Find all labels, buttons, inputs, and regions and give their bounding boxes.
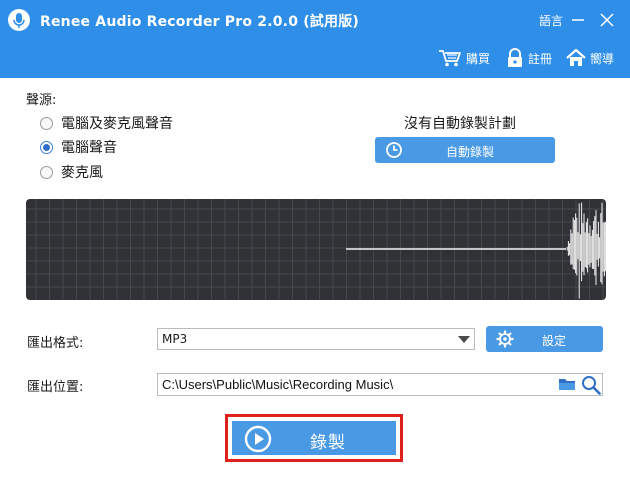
radio-button[interactable] [40,116,53,130]
record-label: 錄製 [310,433,346,453]
radio-button[interactable] [40,165,53,179]
schedule-status: 沒有自動錄製計劃 [404,116,516,132]
source-label: 聲源: [26,93,57,108]
guide-button[interactable]: 嚮導 [566,46,614,70]
waveform-display [26,199,606,300]
source-option-computer[interactable]: 電腦聲音 [40,137,117,157]
source-option-label: 電腦聲音 [61,140,117,156]
play-icon [244,425,272,453]
register-button[interactable]: 註冊 [506,46,552,70]
source-option-computer-and-mic[interactable]: 電腦及麥克風聲音 [40,113,173,133]
buy-label: 購買 [466,51,491,66]
radio-button-selected[interactable] [40,140,53,154]
auto-record-label: 自動錄製 [445,145,494,159]
output-path-field[interactable]: C:\Users\Public\Music\Recording Music\ [157,373,603,396]
settings-label: 設定 [542,334,567,348]
title-bar: Renee Audio Recorder Pro 2.0.0 (試用版) 語言 [0,0,630,40]
waveform-graph [26,199,606,300]
format-select[interactable]: MP3 [157,328,475,350]
chevron-down-icon[interactable] [458,336,470,343]
gear-icon [496,330,514,348]
lock-icon [508,48,522,67]
record-button[interactable]: 錄製 [232,421,396,455]
folder-icon[interactable] [558,376,576,392]
search-icon[interactable] [581,375,601,395]
minimize-button[interactable] [566,8,590,32]
source-option-label: 電腦及麥克風聲音 [61,116,173,132]
close-button[interactable] [595,8,619,32]
minimize-icon [572,19,584,21]
format-label: 匯出格式: [27,336,84,351]
source-option-mic[interactable]: 麥克風 [40,162,103,182]
home-icon [566,48,586,66]
close-icon [600,13,614,27]
guide-label: 嚮導 [590,51,615,66]
source-option-label: 麥克風 [61,165,103,181]
register-label: 註冊 [528,51,553,66]
language-menu[interactable]: 語言 [539,12,563,29]
header-bar: 購買 註冊 嚮導 [0,40,630,78]
record-highlight: 錄製 [225,414,403,462]
window-title: Renee Audio Recorder Pro 2.0.0 (試用版) [40,14,360,30]
auto-record-button[interactable]: 自動錄製 [375,137,555,163]
format-value: MP3 [162,332,188,346]
cart-icon [439,50,461,67]
microphone-icon [8,9,30,31]
path-label: 匯出位置: [27,380,84,395]
settings-button[interactable]: 設定 [486,326,603,352]
buy-button[interactable]: 購買 [438,46,490,70]
